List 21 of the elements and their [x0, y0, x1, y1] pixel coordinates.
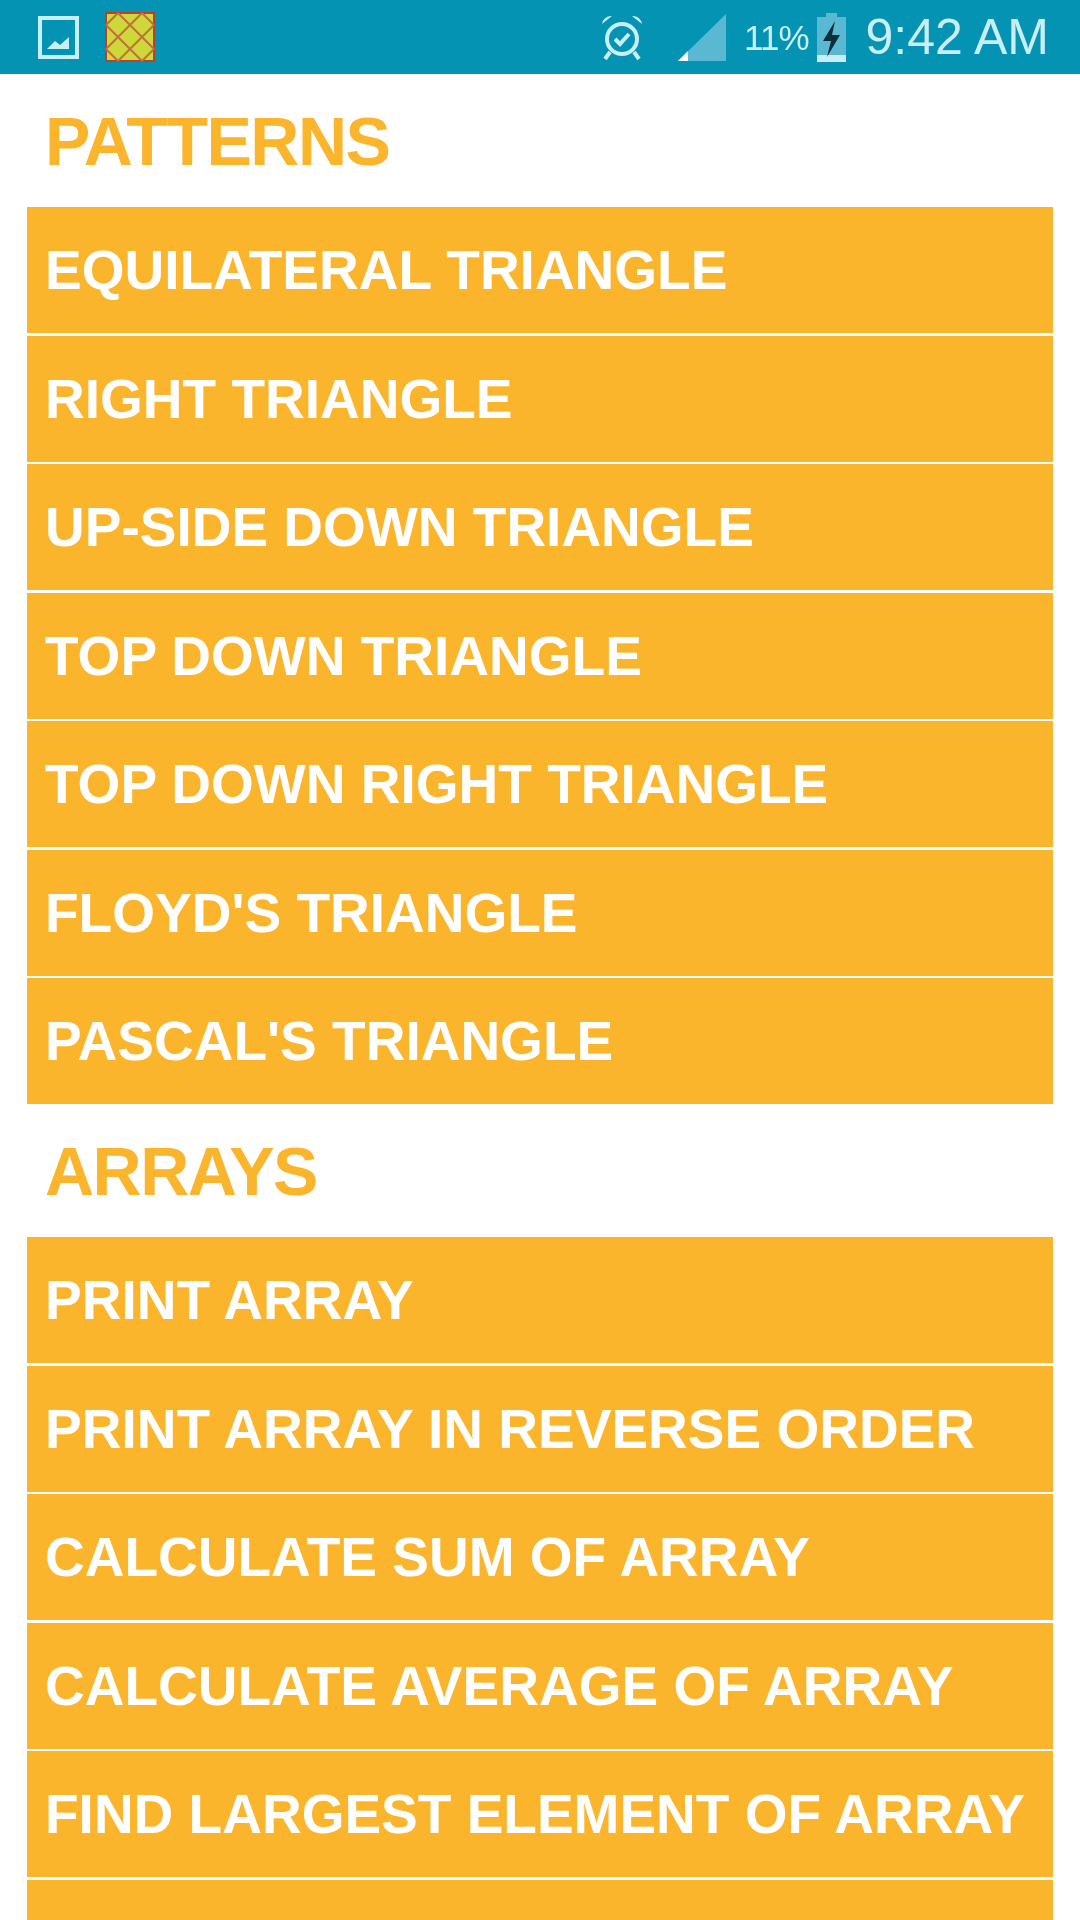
pattern-tile-icon: [105, 12, 155, 62]
battery-charging-icon: [816, 12, 846, 62]
section-heading: ARRAYS: [45, 1136, 317, 1205]
list-item[interactable]: EQUILATERAL TRIANGLE: [27, 207, 1053, 333]
list-item[interactable]: PRINT ARRAY IN REVERSE ORDER: [27, 1365, 1053, 1492]
list-item[interactable]: PASCAL'S TRIANGLE: [27, 978, 1053, 1104]
list-item[interactable]: FIND LARGEST ELEMENT OF ARRAY: [27, 1751, 1053, 1877]
section-heading: PATTERNS: [45, 106, 390, 175]
list-item[interactable]: RIGHT TRIANGLE: [27, 335, 1053, 462]
list-item[interactable]: CALCULATE AVERAGE OF ARRAY: [27, 1622, 1053, 1749]
list-item[interactable]: UP-SIDE DOWN TRIANGLE: [27, 464, 1053, 590]
list-item[interactable]: TOP DOWN TRIANGLE: [27, 592, 1053, 719]
battery-percent: 11%: [744, 19, 809, 55]
list-item[interactable]: PRINT ARRAY: [27, 1237, 1053, 1363]
alarm-clock-icon: [600, 13, 645, 61]
clock-time: 9:42 AM: [865, 12, 1049, 62]
list-item[interactable]: CALCULATE SUM OF ARRAY: [27, 1494, 1053, 1620]
gallery-icon: [38, 15, 79, 59]
list-item[interactable]: TOP DOWN RIGHT TRIANGLE: [27, 721, 1053, 847]
list-item[interactable]: FLOYD'S TRIANGLE: [27, 849, 1053, 976]
signal-icon: [678, 13, 727, 61]
